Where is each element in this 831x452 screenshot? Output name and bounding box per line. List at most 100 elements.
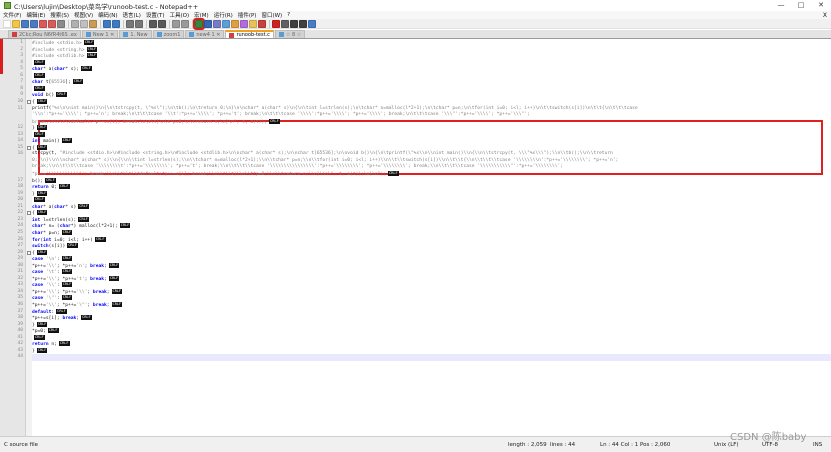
code-line[interactable]: return n; CRLF [32,341,70,348]
tab-file[interactable]: 1. New [119,30,152,38]
paste-icon[interactable] [89,19,97,28]
new-file-icon[interactable] [3,19,11,28]
stop-macro-icon[interactable] [281,19,289,28]
code-line[interactable]: case '\t': CRLF [32,269,73,276]
close-all-icon[interactable] [48,19,56,28]
menu-file[interactable]: 文件(F) [3,11,21,19]
menu-language[interactable]: 语言(L) [123,11,141,19]
code-line[interactable]: return 0; CRLF [32,184,70,191]
fold-toggle-icon[interactable] [27,145,31,150]
code-line[interactable]: strcpy(t, "#include <stdio.h>\n#include … [32,151,613,158]
code-line[interactable]: break;\\n\\t\\t\\tcase '\\\\\\\\t':*p++=… [32,164,563,171]
tab-file[interactable]: ☆ 8 ☆ [274,30,306,38]
code-line[interactable]: CRLF [32,85,45,93]
code-editor[interactable]: 1 #include <stdio.h> CRLF 2 #include <string… [0,39,831,436]
code-line[interactable]: {CRLF [32,98,48,106]
code-line[interactable]: *p++='\\'; *p++='\\'; break; CRLF [32,288,123,296]
code-line[interactable]: char* n= (char*) malloc(l*2+1); CRLF [32,223,131,230]
open-file-icon[interactable] [12,19,20,28]
maximize-button[interactable]: □ [791,0,811,11]
code-line[interactable]: CRLF [32,197,45,204]
menu-encoding[interactable]: 编码(N) [98,11,117,19]
code-line[interactable]: default: CRLF [32,308,67,316]
menu-edit[interactable]: 编辑(E) [26,11,45,19]
code-line[interactable]: *p++='\\'; *p++='n'; break; CRLF [32,262,120,270]
code-line[interactable]: #include <stdlib.h> CRLF [32,53,98,60]
menu-plugins[interactable]: 插件(P) [238,11,257,19]
code-line[interactable]: } CRLF [32,190,48,198]
save-icon[interactable] [21,19,29,28]
tab-active-file[interactable]: runoob-test.c [225,30,274,38]
code-line[interactable]: {CRLF [32,210,48,217]
menu-run[interactable]: 运行(R) [214,11,233,19]
sync-horizontal-icon[interactable] [181,19,189,28]
code-line[interactable]: #include <string.h> CRLF [32,46,98,54]
menu-search[interactable]: 搜索(S) [50,11,69,19]
zoom-out-icon[interactable] [158,19,166,28]
tab-file[interactable]: zoom1 [152,30,185,38]
code-line[interactable]: {CRLF [32,249,48,257]
cut-icon[interactable] [71,19,79,28]
code-line[interactable]: CRLF [32,59,45,67]
tab-file[interactable]: New 1 ✕ [81,30,119,38]
menu-window[interactable]: 窗口(W) [261,11,282,19]
minimize-button[interactable]: — [771,0,791,11]
replace-icon[interactable] [135,19,143,28]
close-icon[interactable] [39,19,47,28]
code-line[interactable]: *p++='\\'; *p++='t'; break; CRLF [32,275,120,283]
code-line[interactable]: for(int i=0; i<l; i++) CRLF [32,236,106,244]
run-macro-multiple-icon[interactable] [299,19,307,28]
code-line[interactable]: break;\n\t\t\tdefault:*p++=s[i]; break;\… [32,118,280,126]
word-wrap-icon[interactable] [193,17,205,30]
code-line[interactable]: *p++=s[i]; break; CRLF [32,315,92,322]
code-line[interactable]: case '\\': CRLF [32,282,73,289]
code-line[interactable]: CRLF [32,72,45,80]
code-line[interactable]: *p++='\\'; *p++='\"'; break; CRLF [32,302,123,309]
sync-vertical-icon[interactable] [172,19,180,28]
menu-macro[interactable]: 宏(M) [194,11,209,19]
indent-guide-icon[interactable] [213,19,221,28]
code-line[interactable]: case '\n': CRLF [32,256,73,263]
tab-file[interactable]: new4 1 ✕ [185,30,225,38]
code-line[interactable]: char* a(char* s) CRLF [32,203,89,211]
close-document-button[interactable]: X [823,12,827,19]
fold-toggle-icon[interactable] [27,99,31,104]
save-macro-icon[interactable] [308,19,316,28]
code-line[interactable]: char t[65536]; CRLF [32,79,84,86]
show-all-characters-icon[interactable] [204,19,212,28]
monitoring-icon[interactable] [258,19,266,28]
code-line[interactable]: *p++='\\\\\\\\\\\"'; break;\\n\\t\\t\\td… [32,171,399,178]
code-line[interactable]: char* p=n; CRLF [32,229,73,237]
record-macro-icon[interactable] [272,19,280,28]
copy-icon[interactable] [80,19,88,28]
user-language-icon[interactable] [222,19,230,28]
print-icon[interactable] [57,19,65,28]
menu-tools[interactable]: 工具(O) [170,11,190,19]
document-map-icon[interactable] [231,19,239,28]
code-line[interactable]: CRLF [32,131,45,139]
zoom-in-icon[interactable] [149,19,157,28]
redo-icon[interactable] [112,19,120,28]
tab-file[interactable]: 2Ckc;Rou N6fR4t6S .ex [8,30,81,38]
code-line[interactable]: } CRLF [32,347,48,355]
undo-icon[interactable] [103,19,111,28]
find-icon[interactable] [126,19,134,28]
play-macro-icon[interactable] [290,19,298,28]
code-line[interactable]: case '\"': CRLF [32,295,73,302]
fold-toggle-icon[interactable] [27,250,31,255]
function-list-icon[interactable] [240,19,248,28]
code-line[interactable]: #include <stdio.h> CRLF [32,40,95,47]
code-line[interactable]: int main() CRLF [32,138,73,145]
code-line[interactable]: int l=strlen(s); CRLF [32,216,89,224]
code-line[interactable]: } CRLF [32,321,48,329]
code-line[interactable]: CRLF [32,334,45,342]
save-all-icon[interactable] [30,19,38,28]
code-line[interactable]: '\\n':*p++='\\\\'; *p++='n'; break;\n\t\… [32,112,530,119]
folder-workspace-icon[interactable] [249,19,257,28]
menu-settings[interactable]: 设置(T) [146,11,165,19]
code-line[interactable]: switch(s[i]) CRLF [32,243,78,250]
code-line[interactable]: } CRLF [32,125,48,132]
code-line[interactable]: *p=0; CRLF [32,328,59,335]
code-line[interactable]: char* a(char* s); CRLF [32,66,92,73]
menu-help[interactable]: ? [287,12,290,18]
